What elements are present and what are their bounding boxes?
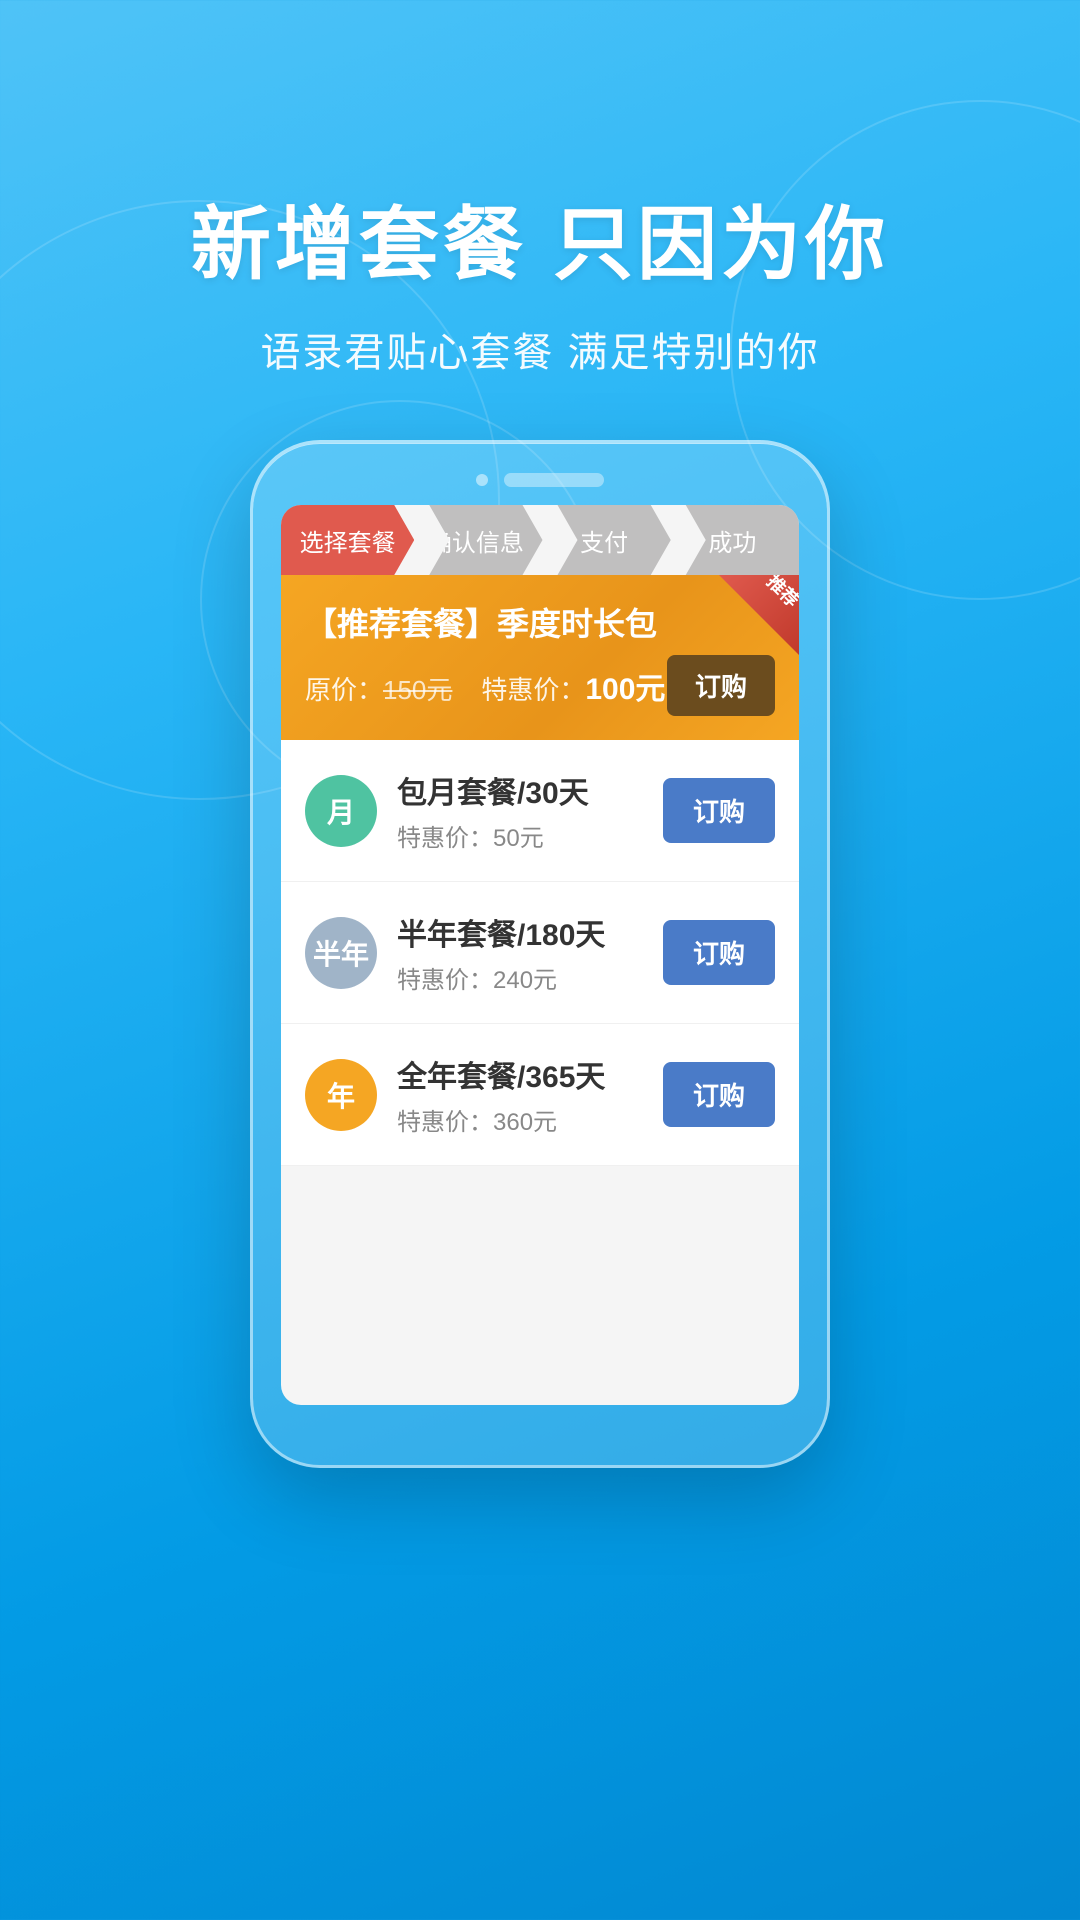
package-icon-monthly: 月	[305, 775, 377, 847]
phone-mockup: 选择套餐 确认信息 支付 成功 推荐 【推荐套餐】季度时长包	[250, 440, 830, 1468]
package-item-monthly: 月 包月套餐/30天 特惠价：50元 订购	[281, 740, 799, 882]
page-subtitle: 语录君贴心套餐 满足特别的你	[0, 320, 1080, 378]
package-name-halfyear: 半年套餐/180天	[397, 910, 643, 954]
buy-button-yearly[interactable]: 订购	[663, 1062, 775, 1127]
package-list: 月 包月套餐/30天 特惠价：50元 订购 半年 半年套餐/180天 特	[281, 740, 799, 1166]
steps-bar: 选择套餐 确认信息 支付 成功	[281, 505, 799, 575]
featured-title: 【推荐套餐】季度时长包	[305, 599, 775, 645]
package-name-monthly: 包月套餐/30天	[397, 768, 643, 812]
package-price-halfyear: 特惠价：240元	[397, 960, 643, 995]
featured-price-info: 原价：150元 特惠价：100元	[305, 664, 665, 708]
header-section: 新增套餐 只因为你 语录君贴心套餐 满足特别的你	[0, 180, 1080, 378]
package-icon-halfyear: 半年	[305, 917, 377, 989]
phone-speaker	[504, 473, 604, 487]
featured-banner: 推荐 【推荐套餐】季度时长包 原价：150元 特惠价：100元 订购	[281, 575, 799, 740]
package-icon-yearly: 年	[305, 1059, 377, 1131]
featured-price-row: 原价：150元 特惠价：100元 订购	[305, 655, 775, 716]
phone-sensor-row	[281, 473, 799, 487]
phone-dot	[476, 474, 488, 486]
package-name-yearly: 全年套餐/365天	[397, 1052, 643, 1096]
package-info-monthly: 包月套餐/30天 特惠价：50元	[397, 768, 643, 853]
package-price-monthly: 特惠价：50元	[397, 818, 643, 853]
featured-original-label: 原价：150元 特惠价：100元	[305, 675, 665, 705]
step-success[interactable]: 成功	[666, 505, 799, 575]
phone-frame: 选择套餐 确认信息 支付 成功 推荐 【推荐套餐】季度时长包	[250, 440, 830, 1468]
page-title: 新增套餐 只因为你	[0, 180, 1080, 296]
phone-screen: 选择套餐 确认信息 支付 成功 推荐 【推荐套餐】季度时长包	[281, 505, 799, 1405]
package-info-yearly: 全年套餐/365天 特惠价：360元	[397, 1052, 643, 1137]
package-item-halfyear: 半年 半年套餐/180天 特惠价：240元 订购	[281, 882, 799, 1024]
step-select-package[interactable]: 选择套餐	[281, 505, 414, 575]
step-confirm-info[interactable]: 确认信息	[409, 505, 542, 575]
step-payment[interactable]: 支付	[538, 505, 671, 575]
package-item-yearly: 年 全年套餐/365天 特惠价：360元 订购	[281, 1024, 799, 1166]
package-info-halfyear: 半年套餐/180天 特惠价：240元	[397, 910, 643, 995]
package-price-yearly: 特惠价：360元	[397, 1102, 643, 1137]
buy-button-monthly[interactable]: 订购	[663, 778, 775, 843]
buy-button-halfyear[interactable]: 订购	[663, 920, 775, 985]
featured-buy-button[interactable]: 订购	[667, 655, 775, 716]
